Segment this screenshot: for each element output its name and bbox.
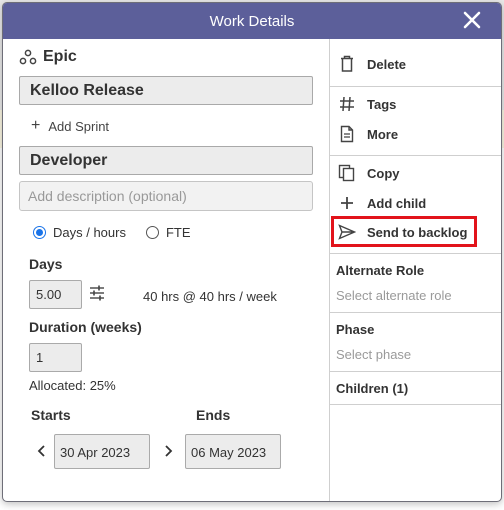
divider [330,371,501,372]
description-input[interactable]: Add description (optional) [19,181,313,211]
duration-input[interactable]: 1 [29,343,82,372]
type-label: Epic [43,48,77,65]
divider [330,155,501,156]
allocation-text: Allocated: 25% [29,378,116,393]
days-hours-radio[interactable] [33,226,46,239]
hours-summary: 40 hrs @ 40 hrs / week [143,289,277,304]
divider [330,86,501,87]
days-hours-radio-label[interactable]: Days / hours [53,225,126,240]
duration-label: Duration (weeks) [29,319,142,335]
divider [330,312,501,313]
document-icon [340,125,354,143]
copy-label: Copy [367,165,400,181]
epic-hierarchy-icon [19,49,37,65]
details-panel: Epic Kelloo Release + Add Sprint Develop… [3,39,329,501]
units-radio-group: Days / hours FTE [33,225,191,240]
alternate-role-select[interactable]: Select alternate role [336,288,452,303]
add-child-button[interactable]: Add child [330,188,501,218]
hashtag-icon [340,96,354,112]
dialog-title: Work Details [209,12,295,30]
divider [330,404,501,405]
tags-label: Tags [367,96,397,112]
end-date-input[interactable]: 06 May 2023 [185,434,281,469]
copy-icon [338,164,355,182]
phase-label: Phase [336,322,375,337]
children-toggle[interactable]: Children (1) [336,381,408,396]
actions-panel: Delete Tags More Copy Add child Send to … [329,39,501,501]
parent-name-field[interactable]: Kelloo Release [19,76,313,105]
plus-icon: + [31,117,41,134]
dialog-titlebar: Work Details [3,3,501,39]
fte-radio[interactable] [145,226,159,239]
chevron-right-icon[interactable] [163,444,173,458]
days-input[interactable]: 5.00 [29,280,82,309]
fte-radio-label[interactable]: FTE [166,225,191,240]
add-sprint-label: Add Sprint [48,118,110,134]
starts-label: Starts [31,407,71,423]
more-button[interactable]: More [330,119,501,149]
role-name-field[interactable]: Developer [19,146,313,175]
type-header: Epic [19,48,77,66]
trash-icon [341,55,353,72]
add-sprint-button[interactable]: + Add Sprint [31,117,109,135]
divider [330,253,501,254]
alternate-role-label: Alternate Role [336,263,425,278]
days-label: Days [29,256,63,272]
ends-label: Ends [196,407,231,423]
tags-button[interactable]: Tags [330,89,501,119]
delete-button[interactable]: Delete [330,49,501,79]
plus-icon [341,197,353,209]
more-label: More [367,126,399,142]
chevron-left-icon[interactable] [37,444,47,458]
add-child-label: Add child [367,195,427,211]
copy-button[interactable]: Copy [330,158,501,188]
sliders-icon[interactable] [89,285,105,301]
close-icon[interactable] [461,9,483,31]
phase-select[interactable]: Select phase [336,347,411,362]
start-date-input[interactable]: 30 Apr 2023 [54,434,150,469]
work-details-dialog: Work Details Epic Kelloo Release + Add S… [2,2,502,502]
highlight-box [331,216,477,247]
delete-label: Delete [367,56,407,72]
